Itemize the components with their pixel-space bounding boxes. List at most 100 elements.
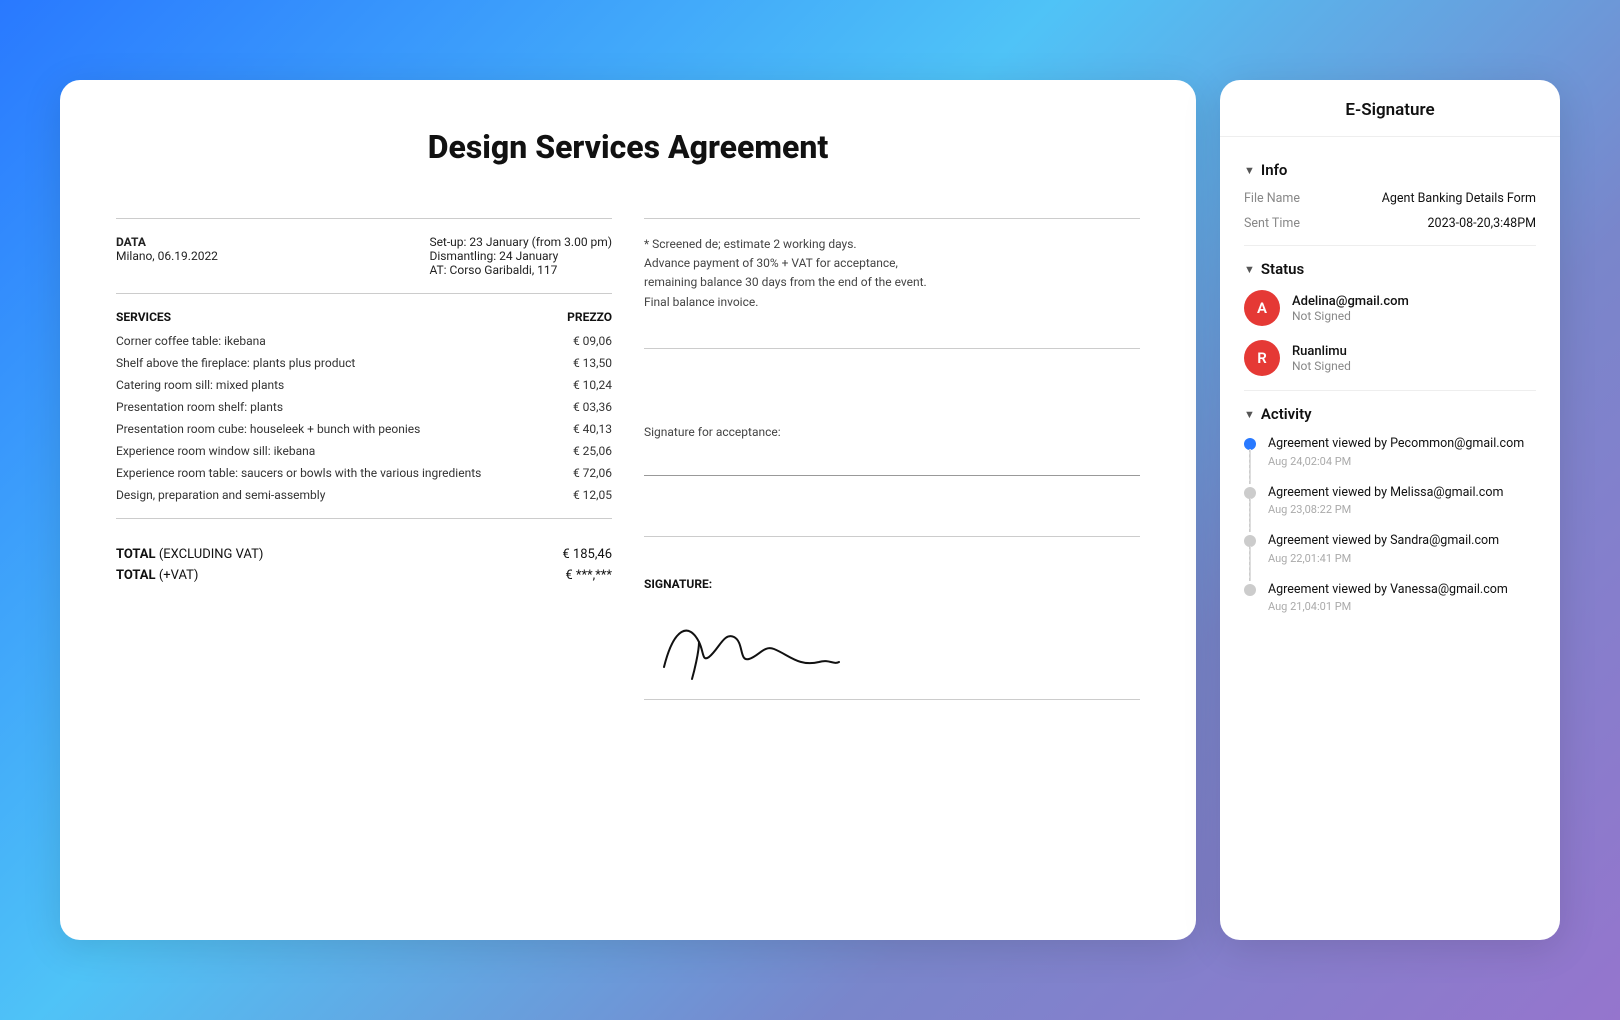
signature-image [644, 607, 1140, 691]
doc-right-col: * Screened de; estimate 2 working days. … [644, 202, 1140, 716]
doc-body: DATA Milano, 06.19.2022 Set-up: 23 Janua… [116, 202, 1140, 716]
activity-section-header: ▼ Activity [1244, 405, 1536, 423]
file-name-row: File Name Agent Banking Details Form [1244, 191, 1536, 206]
activity-email: Pecommon@gmail.com [1390, 436, 1524, 451]
info-section-title: Info [1261, 161, 1288, 179]
total-excl-label: TOTAL (EXCLUDING VAT) [116, 547, 263, 562]
service-row: Shelf above the fireplace: plants plus p… [116, 356, 612, 370]
service-name: Presentation room shelf: plants [116, 400, 283, 414]
avatar: A [1244, 290, 1280, 326]
activity-dot [1244, 487, 1256, 499]
service-name: Experience room table: saucers or bowls … [116, 466, 481, 480]
status-info: Adelina@gmail.com Not Signed [1292, 294, 1409, 323]
esig-body: ▼ Info File Name Agent Banking Details F… [1220, 137, 1560, 940]
activity-list: Agreement viewed by Pecommon@gmail.com A… [1244, 435, 1536, 629]
doc-title: Design Services Agreement [116, 128, 1140, 166]
activity-email: Vanessa@gmail.com [1390, 582, 1508, 597]
signature-label: SIGNATURE: [644, 577, 1140, 591]
activity-item: Agreement viewed by Sandra@gmail.com Aug… [1244, 532, 1536, 581]
service-row: Presentation room shelf: plants € 03,36 [116, 400, 612, 414]
doc-left-col: DATA Milano, 06.19.2022 Set-up: 23 Janua… [116, 202, 612, 716]
activity-item: Agreement viewed by Melissa@gmail.com Au… [1244, 484, 1536, 533]
total-excl-row: TOTAL (EXCLUDING VAT) € 185,46 [116, 547, 612, 562]
activity-text: Agreement viewed by Melissa@gmail.com [1268, 484, 1503, 502]
main-container: Design Services Agreement DATA Milano, 0… [60, 80, 1560, 940]
activity-item: Agreement viewed by Pecommon@gmail.com A… [1244, 435, 1536, 484]
service-row: Corner coffee table: ikebana € 09,06 [116, 334, 612, 348]
esig-panel: E-Signature ▼ Info File Name Agent Banki… [1220, 80, 1560, 940]
avatar: R [1244, 340, 1280, 376]
activity-text: Agreement viewed by Vanessa@gmail.com [1268, 581, 1508, 599]
service-row: Catering room sill: mixed plants € 10,24 [116, 378, 612, 392]
activity-dot [1244, 535, 1256, 547]
service-price: € 25,06 [573, 444, 612, 458]
services-header: SERVICES PREZZO [116, 310, 612, 324]
service-price: € 40,13 [573, 422, 612, 436]
service-name: Presentation room cube: houseleek + bunc… [116, 422, 420, 436]
activity-text: Agreement viewed by Pecommon@gmail.com [1268, 435, 1524, 453]
document-panel: Design Services Agreement DATA Milano, 0… [60, 80, 1196, 940]
service-price: € 72,06 [573, 466, 612, 480]
service-name: Corner coffee table: ikebana [116, 334, 266, 348]
status-section-title: Status [1261, 260, 1304, 278]
status-section-header: ▼ Status [1244, 260, 1536, 278]
services-section: SERVICES PREZZO Corner coffee table: ike… [116, 310, 612, 583]
status-text: Not Signed [1292, 359, 1351, 373]
activity-section-title: Activity [1261, 405, 1312, 423]
activity-content: Agreement viewed by Sandra@gmail.com Aug… [1268, 532, 1499, 565]
esig-header: E-Signature [1220, 80, 1560, 137]
activity-item: Agreement viewed by Vanessa@gmail.com Au… [1244, 581, 1536, 630]
info-section-header: ▼ Info [1244, 161, 1536, 179]
activity-text: Agreement viewed by Sandra@gmail.com [1268, 532, 1499, 550]
doc-note: * Screened de; estimate 2 working days. … [644, 235, 1140, 312]
service-name: Shelf above the fireplace: plants plus p… [116, 356, 355, 370]
doc-header: DATA Milano, 06.19.2022 Set-up: 23 Janua… [116, 235, 612, 277]
activity-content: Agreement viewed by Melissa@gmail.com Au… [1268, 484, 1503, 517]
info-chevron-icon: ▼ [1244, 164, 1255, 177]
activity-time: Aug 22,01:41 PM [1268, 552, 1499, 565]
activity-content: Agreement viewed by Vanessa@gmail.com Au… [1268, 581, 1508, 614]
service-row: Design, preparation and semi-assembly € 1… [116, 488, 612, 502]
activity-email: Melissa@gmail.com [1390, 485, 1503, 500]
activity-time: Aug 23,08:22 PM [1268, 503, 1503, 516]
activity-chevron-icon: ▼ [1244, 408, 1255, 421]
service-row: Experience room window sill: ikebana € 25… [116, 444, 612, 458]
signature-for-acceptance: Signature for acceptance: [644, 425, 1140, 439]
service-price: € 13,50 [573, 356, 612, 370]
activity-time: Aug 21,04:01 PM [1268, 600, 1508, 613]
doc-data-right: Set-up: 23 January (from 3.00 pm) Disman… [429, 235, 612, 277]
service-row: Experience room table: saucers or bowls … [116, 466, 612, 480]
activity-time: Aug 24,02:04 PM [1268, 455, 1524, 468]
service-price: € 12,05 [573, 488, 612, 502]
status-item: R Ruanlimu Not Signed [1244, 340, 1536, 376]
service-name: Catering room sill: mixed plants [116, 378, 284, 392]
service-name: Experience room window sill: ikebana [116, 444, 315, 458]
total-vat-row: TOTAL (+VAT) € ***,*** [116, 568, 612, 583]
service-price: € 10,24 [573, 378, 612, 392]
file-name-val: Agent Banking Details Form [1382, 191, 1536, 206]
file-name-key: File Name [1244, 191, 1300, 206]
status-text: Not Signed [1292, 309, 1409, 323]
activity-dot [1244, 584, 1256, 596]
status-email: Ruanlimu [1292, 344, 1351, 359]
status-list: A Adelina@gmail.com Not Signed R Ruanlim… [1244, 290, 1536, 376]
service-rows: Corner coffee table: ikebana € 09,06 Shelf… [116, 334, 612, 502]
sent-time-key: Sent Time [1244, 216, 1300, 231]
service-row: Presentation room cube: houseleek + bunc… [116, 422, 612, 436]
status-chevron-icon: ▼ [1244, 263, 1255, 276]
activity-email: Sandra@gmail.com [1390, 533, 1499, 548]
total-vat-label: TOTAL (+VAT) [116, 568, 198, 583]
sent-time-row: Sent Time 2023-08-20,3:48PM [1244, 216, 1536, 231]
esig-title: E-Signature [1244, 100, 1536, 120]
status-email: Adelina@gmail.com [1292, 294, 1409, 309]
status-item: A Adelina@gmail.com Not Signed [1244, 290, 1536, 326]
activity-dot [1244, 438, 1256, 450]
totals-section: TOTAL (EXCLUDING VAT) € 185,46 TOTAL (+V… [116, 535, 612, 583]
service-name: Design, preparation and semi-assembly [116, 488, 325, 502]
activity-content: Agreement viewed by Pecommon@gmail.com A… [1268, 435, 1524, 468]
service-price: € 09,06 [573, 334, 612, 348]
status-info: Ruanlimu Not Signed [1292, 344, 1351, 373]
doc-data-left: DATA Milano, 06.19.2022 [116, 235, 218, 277]
service-price: € 03,36 [573, 400, 612, 414]
sent-time-val: 2023-08-20,3:48PM [1428, 216, 1536, 231]
